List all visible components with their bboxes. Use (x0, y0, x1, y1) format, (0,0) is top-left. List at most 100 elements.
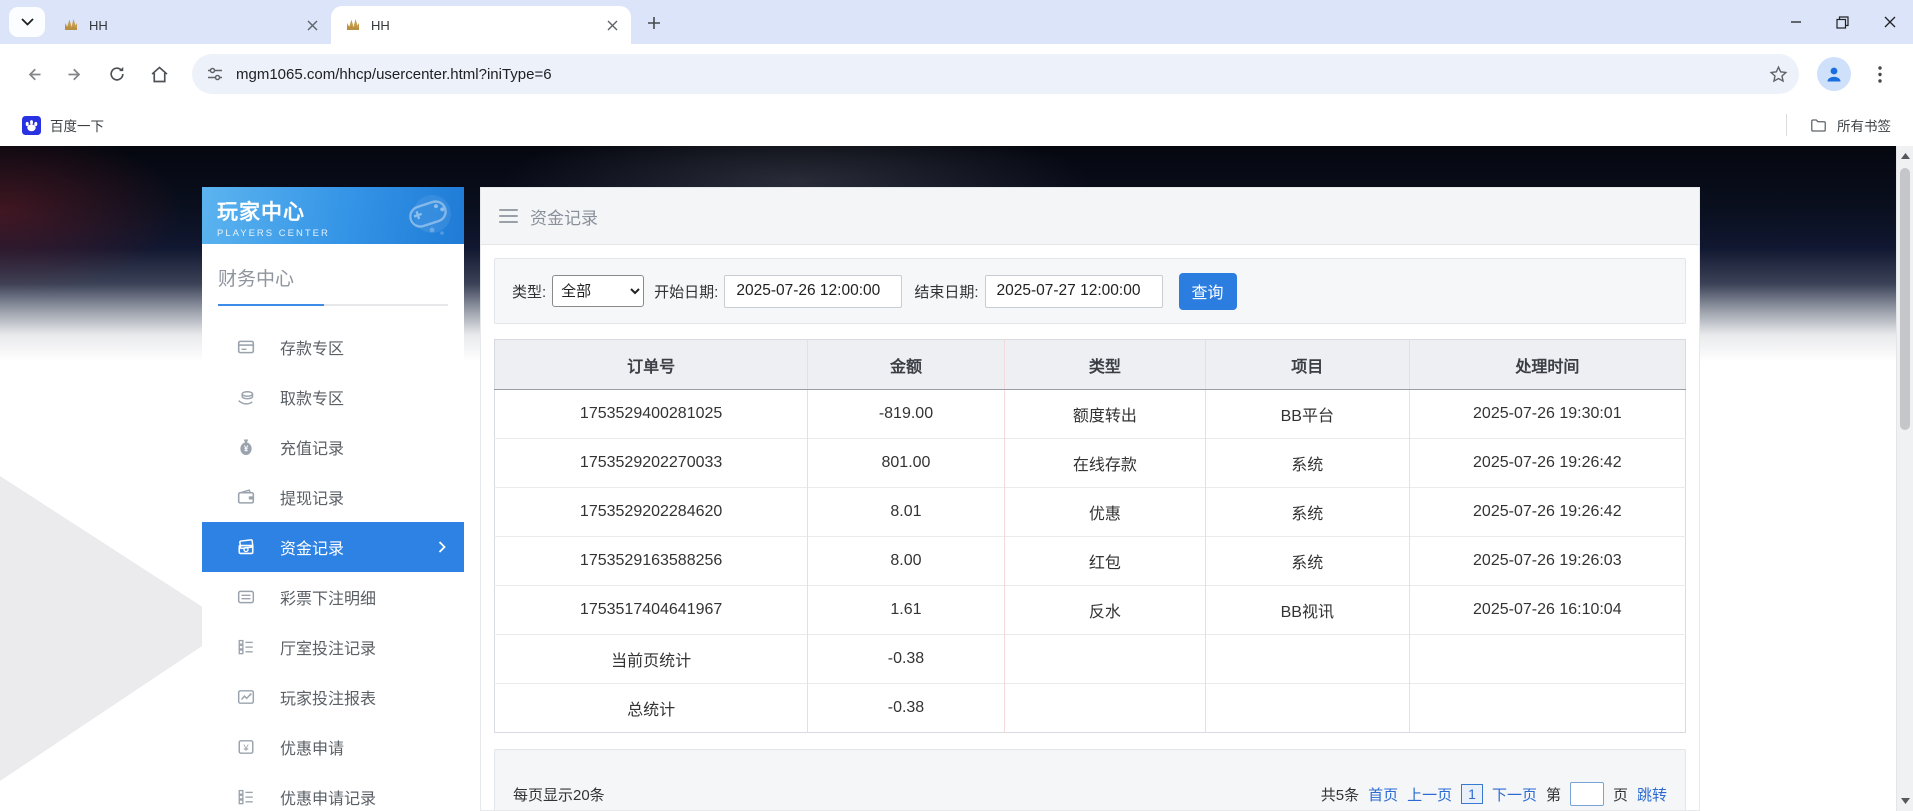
sidebar-item-10[interactable]: 优惠申请记录 (202, 772, 464, 811)
folder-icon (1809, 116, 1828, 135)
plus-icon (647, 16, 661, 30)
column-header: 金额 (808, 340, 1005, 390)
sidebar-item-label: 提现记录 (280, 485, 446, 509)
wallet-icon (237, 488, 255, 506)
forward-arrow-icon (65, 64, 86, 85)
table-cell: 8.01 (808, 488, 1005, 537)
table-cell: 2025-07-26 16:10:04 (1409, 586, 1685, 635)
address-bar[interactable]: mgm1065.com/hhcp/usercenter.html?iniType… (192, 54, 1799, 94)
site-favicon (345, 17, 361, 33)
next-page-link[interactable]: 下一页 (1492, 784, 1537, 805)
first-page-link[interactable]: 首页 (1368, 784, 1398, 805)
table-cell: 1753517404641967 (495, 586, 808, 635)
sidebar-item-label: 彩票下注明细 (280, 585, 446, 609)
table-cell (1409, 684, 1685, 733)
table-cell: 系统 (1205, 537, 1409, 586)
fund-records-table: 订单号金额类型项目处理时间 1753529400281025-819.00额度转… (494, 339, 1686, 733)
table-cell: 系统 (1205, 488, 1409, 537)
players-center-banner: 玩家中心 PLAYERS CENTER (202, 187, 464, 244)
start-date-input[interactable] (724, 275, 902, 308)
tab-search-button[interactable] (9, 7, 45, 37)
new-tab-button[interactable] (639, 8, 669, 38)
scrollbar-thumb[interactable] (1900, 168, 1910, 430)
all-bookmarks[interactable]: 所有书签 (1803, 111, 1897, 139)
bookmarks-divider (1786, 114, 1787, 136)
window-controls (1772, 0, 1913, 44)
sidebar-item-4[interactable]: 提现记录 (202, 472, 464, 522)
table-row: 总统计-0.38 (495, 684, 1686, 733)
tab-close-icon[interactable] (303, 16, 321, 34)
browser-toolbar: mgm1065.com/hhcp/usercenter.html?iniType… (0, 44, 1913, 104)
bookmark-star-icon[interactable] (1768, 64, 1789, 85)
sidebar-item-2[interactable]: 取款专区 (202, 372, 464, 422)
tab-1[interactable]: HH (49, 6, 331, 44)
bookmarks-bar: 百度一下 所有书签 (0, 104, 1913, 146)
forward-button[interactable] (56, 55, 94, 93)
prev-page-link[interactable]: 上一页 (1407, 784, 1452, 805)
table-cell: 801.00 (808, 439, 1005, 488)
sidebar-item-5[interactable]: 资金记录 (202, 522, 464, 572)
search-button[interactable]: 查询 (1179, 273, 1237, 310)
jump-page-input[interactable] (1570, 782, 1604, 806)
minimize-button[interactable] (1772, 0, 1819, 44)
sidebar-item-label: 充值记录 (280, 435, 446, 459)
table-row: 17535174046419671.61反水BB视讯2025-07-26 16:… (495, 586, 1686, 635)
tab-close-icon[interactable] (603, 16, 621, 34)
table-cell: -819.00 (808, 390, 1005, 439)
player-center-sidebar: 玩家中心 PLAYERS CENTER 财务中心 存款专区 取款专区 (202, 187, 464, 811)
table-cell: -0.38 (808, 684, 1005, 733)
maximize-button[interactable] (1819, 0, 1866, 44)
type-select[interactable]: 全部 (552, 275, 644, 307)
start-date-label: 开始日期: (654, 281, 718, 302)
end-date-input[interactable] (985, 275, 1163, 308)
list-detail-icon (237, 788, 255, 806)
jump-link[interactable]: 跳转 (1637, 784, 1667, 805)
sidebar-item-9[interactable]: ¥ 优惠申请 (202, 722, 464, 772)
back-button[interactable] (14, 55, 52, 93)
list-detail-icon (237, 638, 255, 656)
scroll-up-arrow[interactable] (1897, 148, 1913, 164)
current-page-indicator[interactable]: 1 (1461, 784, 1483, 804)
sidebar-item-3[interactable]: ¥ 充值记录 (202, 422, 464, 472)
bookmark-label: 百度一下 (50, 115, 104, 135)
site-settings-icon (206, 65, 224, 83)
table-cell: 总统计 (495, 684, 808, 733)
filter-bar: 类型: 全部 开始日期: 结束日期: 查询 (494, 258, 1686, 324)
tab-2-active[interactable]: HH (331, 6, 631, 44)
reload-button[interactable] (98, 55, 136, 93)
report-chart-icon (237, 688, 255, 706)
table-cell: 1753529400281025 (495, 390, 808, 439)
page-scrollbar[interactable] (1896, 146, 1913, 811)
table-cell: 2025-07-26 19:26:42 (1409, 488, 1685, 537)
person-icon (1824, 64, 1844, 84)
site-favicon (63, 17, 79, 33)
sidebar-item-label: 存款专区 (280, 335, 446, 359)
table-cell: 额度转出 (1004, 390, 1205, 439)
browser-menu-button[interactable] (1861, 55, 1899, 93)
table-cell: 2025-07-26 19:30:01 (1409, 390, 1685, 439)
tab-title: HH (89, 18, 303, 33)
table-cell: 1753529163588256 (495, 537, 808, 586)
close-window-button[interactable] (1866, 0, 1913, 44)
table-row: 当前页统计-0.38 (495, 635, 1686, 684)
home-button[interactable] (140, 55, 178, 93)
list-icon (237, 588, 255, 606)
sidebar-item-8[interactable]: 玩家投注报表 (202, 672, 464, 722)
table-cell (1409, 635, 1685, 684)
profile-avatar[interactable] (1817, 57, 1851, 91)
svg-text:¥: ¥ (242, 743, 249, 754)
table-row: 17535292022846208.01优惠系统2025-07-26 19:26… (495, 488, 1686, 537)
table-cell: 优惠 (1004, 488, 1205, 537)
panel-header: 资金记录 (481, 188, 1699, 245)
url-text[interactable]: mgm1065.com/hhcp/usercenter.html?iniType… (236, 66, 1768, 83)
sidebar-item-6[interactable]: 彩票下注明细 (202, 572, 464, 622)
finance-center-heading: 财务中心 (218, 264, 448, 304)
scroll-down-arrow[interactable] (1897, 793, 1913, 809)
sidebar-item-7[interactable]: 厅室投注记录 (202, 622, 464, 672)
bookmark-baidu[interactable]: 百度一下 (16, 111, 110, 139)
sidebar-item-label: 玩家投注报表 (280, 685, 446, 709)
column-header: 处理时间 (1409, 340, 1685, 390)
table-cell: -0.38 (808, 635, 1005, 684)
sidebar-item-1[interactable]: 存款专区 (202, 322, 464, 372)
column-header: 项目 (1205, 340, 1409, 390)
